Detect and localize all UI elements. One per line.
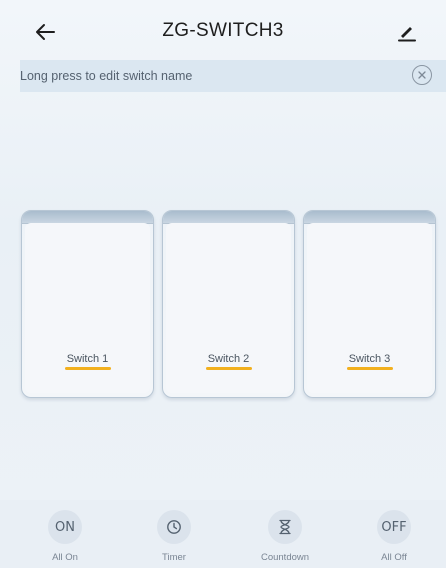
clock-icon — [157, 510, 191, 544]
timer-button[interactable]: Timer — [134, 510, 214, 563]
pencil-icon — [398, 27, 416, 42]
timer-label: Timer — [162, 552, 186, 563]
countdown-button[interactable]: Countdown — [245, 510, 325, 563]
switch-2[interactable]: Switch 2 — [162, 210, 295, 398]
switch-1-indicator — [65, 367, 111, 370]
switch-3-label: Switch 3 — [348, 353, 391, 365]
app-header: ZG-SWITCH3 — [0, 0, 446, 60]
all-off-icon: OFF — [377, 510, 411, 544]
all-on-icon: ON — [48, 510, 82, 544]
edit-hint-text: Long press to edit switch name — [20, 69, 193, 83]
all-off-button[interactable]: OFF All Off — [354, 510, 434, 563]
switch-2-label: Switch 2 — [207, 353, 250, 365]
close-icon — [418, 71, 426, 79]
all-on-button[interactable]: ON All On — [25, 510, 105, 563]
all-on-label: All On — [52, 552, 78, 563]
bottom-action-bar: ON All On Timer Countdown OFF All Off — [0, 500, 446, 568]
all-off-label: All Off — [381, 552, 407, 563]
edit-button[interactable] — [392, 16, 422, 48]
switch-1-label: Switch 1 — [66, 353, 109, 365]
switch-1[interactable]: Switch 1 — [21, 210, 154, 398]
switch-2-indicator — [206, 367, 252, 370]
hourglass-icon — [268, 510, 302, 544]
countdown-label: Countdown — [260, 552, 310, 563]
edit-hint-banner: Long press to edit switch name — [20, 60, 446, 92]
close-hint-button[interactable] — [412, 65, 432, 85]
switch-3[interactable]: Switch 3 — [303, 210, 436, 398]
switch-3-indicator — [347, 367, 393, 370]
page-title: ZG-SWITCH3 — [162, 20, 284, 41]
